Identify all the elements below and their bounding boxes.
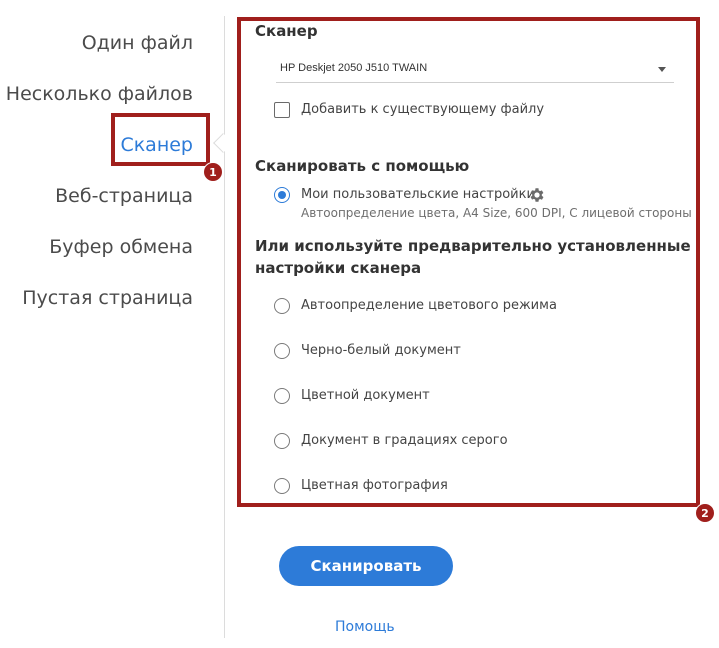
- sidebar-item-single-file[interactable]: Один файл: [82, 32, 193, 54]
- scanner-section-title: Сканер: [255, 22, 318, 40]
- help-link[interactable]: Помощь: [335, 619, 395, 635]
- sidebar-nav: Один файл Несколько файлов Сканер Веб-ст…: [0, 0, 224, 648]
- preset-bw-document-label: Черно-белый документ: [301, 343, 461, 358]
- presets-title-line2: настройки сканера: [255, 259, 422, 277]
- scanner-device-select[interactable]: HP Deskjet 2050 J510 TWAIN: [276, 57, 674, 83]
- preset-color-document-label: Цветной документ: [301, 388, 430, 403]
- append-to-file-checkbox[interactable]: [274, 102, 290, 118]
- preset-color-photo-label: Цветная фотография: [301, 478, 448, 493]
- preset-auto-color-label: Автоопределение цветового режима: [301, 298, 557, 313]
- custom-settings-description: Автоопределение цвета, A4 Size, 600 DPI,…: [301, 206, 692, 220]
- chevron-down-icon: [658, 67, 666, 72]
- scan-button[interactable]: Сканировать: [279, 546, 453, 586]
- scan-with-title: Сканировать с помощью: [255, 157, 470, 175]
- sidebar-item-multiple-files[interactable]: Несколько файлов: [6, 83, 193, 105]
- sidebar-divider: [224, 16, 225, 638]
- gear-icon[interactable]: [528, 186, 546, 204]
- sidebar-item-web-page[interactable]: Веб-страница: [55, 185, 193, 207]
- preset-grayscale-document-radio[interactable]: [274, 433, 290, 449]
- append-to-file-label: Добавить к существующему файлу: [301, 102, 545, 117]
- preset-grayscale-document-label: Документ в градациях серого: [301, 433, 508, 448]
- preset-color-document-radio[interactable]: [274, 388, 290, 404]
- presets-title-line1: Или используйте предварительно установле…: [255, 237, 691, 255]
- callout-box-scanner-tab: [111, 113, 210, 166]
- callout-badge-1: 1: [203, 162, 223, 182]
- custom-settings-radio[interactable]: [274, 187, 290, 203]
- callout-badge-2: 2: [695, 503, 715, 523]
- custom-settings-label: Мои пользовательские настройки: [301, 187, 535, 202]
- preset-color-photo-radio[interactable]: [274, 478, 290, 494]
- scanner-device-value: HP Deskjet 2050 J510 TWAIN: [280, 62, 428, 74]
- sidebar-item-blank-page[interactable]: Пустая страница: [22, 287, 193, 309]
- sidebar-item-clipboard[interactable]: Буфер обмена: [49, 236, 193, 258]
- preset-auto-color-radio[interactable]: [274, 298, 290, 314]
- preset-bw-document-radio[interactable]: [274, 343, 290, 359]
